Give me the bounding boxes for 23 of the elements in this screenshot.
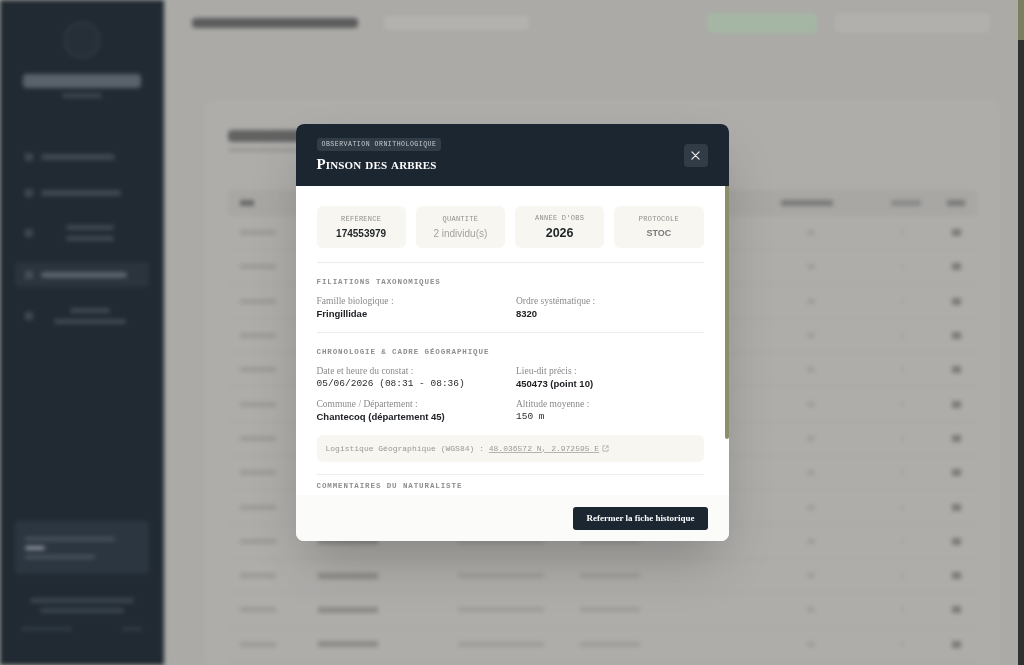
close-record-button[interactable]: Refermer la fiche historique	[573, 506, 708, 530]
stat-value: STOC	[646, 227, 672, 239]
stat-value: 174553979	[336, 226, 387, 240]
field-label: Lieu-dit précis :	[516, 365, 578, 377]
external-link-icon	[602, 445, 610, 452]
field-label: Altitude moyenne :	[516, 398, 591, 410]
field-value: 05/06/2026 (08:31 - 08:36)	[316, 378, 466, 390]
field-value: 450473 (point 10)	[516, 378, 595, 390]
field-label: Ordre systématique :	[516, 295, 597, 307]
close-button[interactable]	[683, 143, 708, 167]
modal-title: Pinson des arbres	[316, 154, 437, 173]
field-value: 8320	[516, 308, 539, 320]
stat-value: 2 individu(s)	[433, 226, 488, 240]
stat-value: 2026	[545, 225, 574, 241]
scrollbar-thumb[interactable]	[724, 186, 729, 439]
close-icon	[691, 150, 700, 160]
field-value: 150 m	[516, 411, 546, 423]
coordinates-text: Logistique Géographique (WGS84) : 48.036572 N, 2.972595 E	[325, 443, 610, 454]
field-label: Date et heure du constat :	[316, 365, 415, 377]
field-value: Fringillidae	[316, 308, 369, 320]
field-label: Famille biologique :	[316, 295, 395, 307]
field-label: Commune / Département :	[316, 398, 419, 410]
field-value: Chantecoq (département 45)	[316, 411, 446, 423]
